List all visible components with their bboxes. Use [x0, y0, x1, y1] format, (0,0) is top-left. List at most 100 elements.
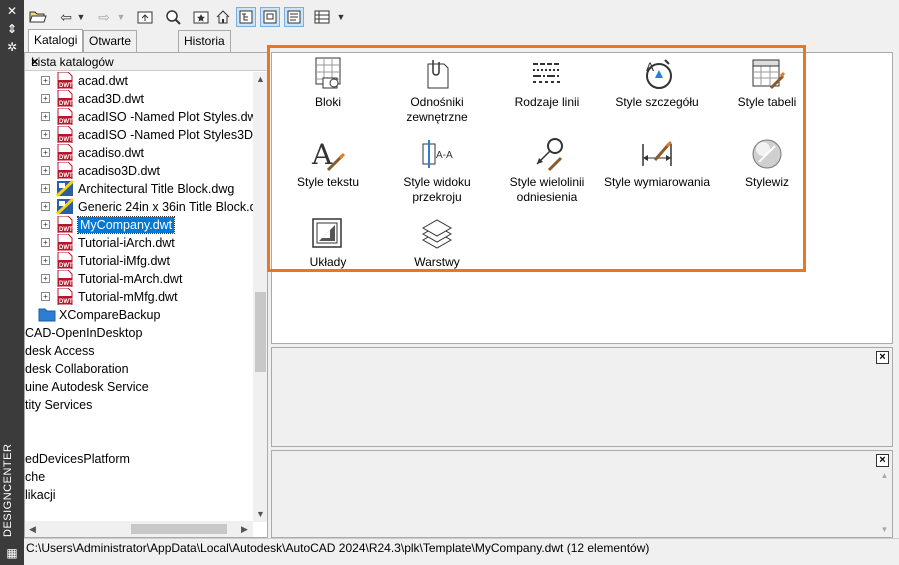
dimension-styles-icon: [642, 140, 673, 166]
close-palette-icon[interactable]: ✕: [4, 4, 20, 18]
tree-vertical-scrollbar[interactable]: ▲ ▼: [253, 72, 267, 522]
blocks-icon: [315, 57, 341, 89]
favorites-button[interactable]: [192, 7, 210, 27]
expand-icon[interactable]: +: [41, 148, 50, 157]
home-icon: [216, 10, 230, 24]
forward-button[interactable]: ⇨: [96, 7, 112, 27]
tree-item-label: uine Autodesk Service: [25, 380, 149, 394]
content-item[interactable]: A Style szczegółu: [598, 56, 716, 110]
content-area: Bloki Odnośniki zewnętrzne Rodzaje linii A S…: [271, 52, 893, 344]
content-item-label: Bloki: [314, 95, 341, 109]
scroll-up-icon[interactable]: ▲: [877, 471, 892, 485]
up-button[interactable]: [136, 7, 154, 27]
svg-text:DWT: DWT: [59, 83, 73, 89]
svg-text:DWT: DWT: [59, 263, 73, 269]
svg-text:A-A: A-A: [436, 150, 453, 161]
views-button[interactable]: [312, 7, 332, 27]
content-item[interactable]: Warstwy: [378, 216, 496, 270]
content-item-label: Style szczegółu: [615, 95, 699, 109]
search-button[interactable]: [164, 7, 182, 27]
scroll-thumb[interactable]: [131, 524, 227, 534]
content-item[interactable]: Bloki: [269, 56, 387, 110]
caret-down-icon: ▼: [336, 12, 346, 22]
tab-katalogi[interactable]: Katalogi: [28, 29, 84, 52]
arrow-right-icon: ⇨: [98, 8, 110, 25]
description-icon: [287, 10, 301, 24]
expand-icon[interactable]: +: [41, 76, 50, 85]
expand-icon[interactable]: +: [41, 130, 50, 139]
expand-icon[interactable]: +: [41, 292, 50, 301]
folder-up-icon: [137, 11, 153, 24]
svg-text:DWT: DWT: [59, 227, 73, 233]
expand-icon[interactable]: +: [41, 94, 50, 103]
svg-text:DWT: DWT: [59, 101, 73, 107]
content-item[interactable]: Style wymiarowania: [598, 136, 716, 190]
scroll-right-icon[interactable]: ▶: [237, 521, 252, 537]
content-item-label: Style wymiarowania: [603, 175, 711, 189]
content-item[interactable]: Style tabeli: [708, 56, 826, 110]
expand-icon[interactable]: +: [41, 184, 50, 193]
tree-item-label: XCompareBackup: [59, 308, 161, 322]
palette-grip-icon[interactable]: ▦: [4, 546, 20, 560]
palette-title-strip: ✕ ⇕ ✲ DESIGNCENTER ▦: [0, 0, 24, 565]
scroll-thumb[interactable]: [255, 292, 266, 372]
expand-icon[interactable]: +: [41, 238, 50, 247]
home-button[interactable]: [214, 7, 232, 27]
description-toggle[interactable]: [284, 7, 304, 27]
tab-historia[interactable]: Historia: [178, 30, 231, 52]
scroll-down-icon[interactable]: ▼: [253, 507, 267, 522]
content-item[interactable]: Style wielolinii odniesienia: [488, 136, 606, 205]
load-button[interactable]: [28, 7, 48, 27]
preview-toggle[interactable]: [260, 7, 280, 27]
content-item-label: Style wielolinii odniesienia: [509, 175, 585, 204]
tree-view-icon: [239, 10, 253, 24]
tree-item-label: Tutorial-iMfg.dwt: [78, 254, 170, 268]
content-item[interactable]: Stylewiz: [708, 136, 826, 190]
detail-styles-icon: A: [646, 59, 672, 89]
arrow-left-icon: ⇦: [60, 8, 72, 25]
content-item[interactable]: Układy: [269, 216, 387, 270]
tree-item-label: desk Access: [25, 344, 95, 358]
views-dropdown[interactable]: ▼: [336, 7, 346, 27]
back-button[interactable]: ⇦: [58, 7, 74, 27]
expand-icon[interactable]: +: [41, 220, 50, 229]
tree-horizontal-scrollbar[interactable]: ◀ ▶: [25, 521, 253, 537]
auto-hide-icon[interactable]: ⇕: [4, 22, 20, 36]
tree-item-label: Architectural Title Block.dwg: [78, 182, 235, 196]
content-item[interactable]: A-A Style widoku przekroju: [378, 136, 496, 205]
tree-item-label: edDevicesPlatform: [25, 452, 130, 466]
close-description-icon[interactable]: ×: [876, 454, 889, 467]
description-panel: × ▲ ▼: [271, 450, 893, 538]
palette-title: DESIGNCENTER: [2, 443, 14, 537]
tree-item-label: Tutorial-mArch.dwt: [78, 272, 183, 286]
close-tree-icon[interactable]: ×: [31, 54, 264, 69]
content-item[interactable]: Rodzaje linii: [488, 56, 606, 110]
content-item-label: Style tabeli: [737, 95, 797, 109]
scroll-left-icon[interactable]: ◀: [25, 521, 40, 537]
tree-item-label: acad.dwt: [78, 74, 129, 88]
expand-icon[interactable]: +: [41, 166, 50, 175]
scroll-down-icon[interactable]: ▼: [877, 525, 892, 539]
tree-item-label: CAD-OpenInDesktop: [25, 326, 143, 340]
tree-item-label: acadiso.dwt: [78, 146, 145, 160]
content-item[interactable]: Odnośniki zewnętrzne: [378, 56, 496, 125]
close-preview-icon[interactable]: ×: [876, 351, 889, 364]
description-scrollbar[interactable]: ▲ ▼: [877, 469, 892, 537]
visual-styles-icon: [752, 139, 782, 169]
expand-icon[interactable]: +: [41, 274, 50, 283]
expand-icon[interactable]: +: [41, 256, 50, 265]
tree-view-toggle[interactable]: [236, 7, 256, 27]
tab-otwarte-rysunki[interactable]: Otwarte rysunki: [83, 30, 138, 68]
content-item-label: Układy: [309, 255, 347, 269]
svg-text:DWT: DWT: [59, 173, 73, 179]
properties-gear-icon[interactable]: ✲: [4, 40, 20, 54]
caret-down-icon: ▼: [76, 12, 86, 22]
back-dropdown[interactable]: ▼: [76, 7, 86, 27]
forward-dropdown[interactable]: ▼: [116, 7, 126, 27]
scroll-up-icon[interactable]: ▲: [253, 72, 267, 87]
search-icon: [166, 10, 181, 25]
expand-icon[interactable]: +: [41, 112, 50, 121]
expand-icon[interactable]: +: [41, 202, 50, 211]
content-item[interactable]: A Style tekstu: [269, 136, 387, 190]
content-item-label: Warstwy: [414, 255, 460, 269]
